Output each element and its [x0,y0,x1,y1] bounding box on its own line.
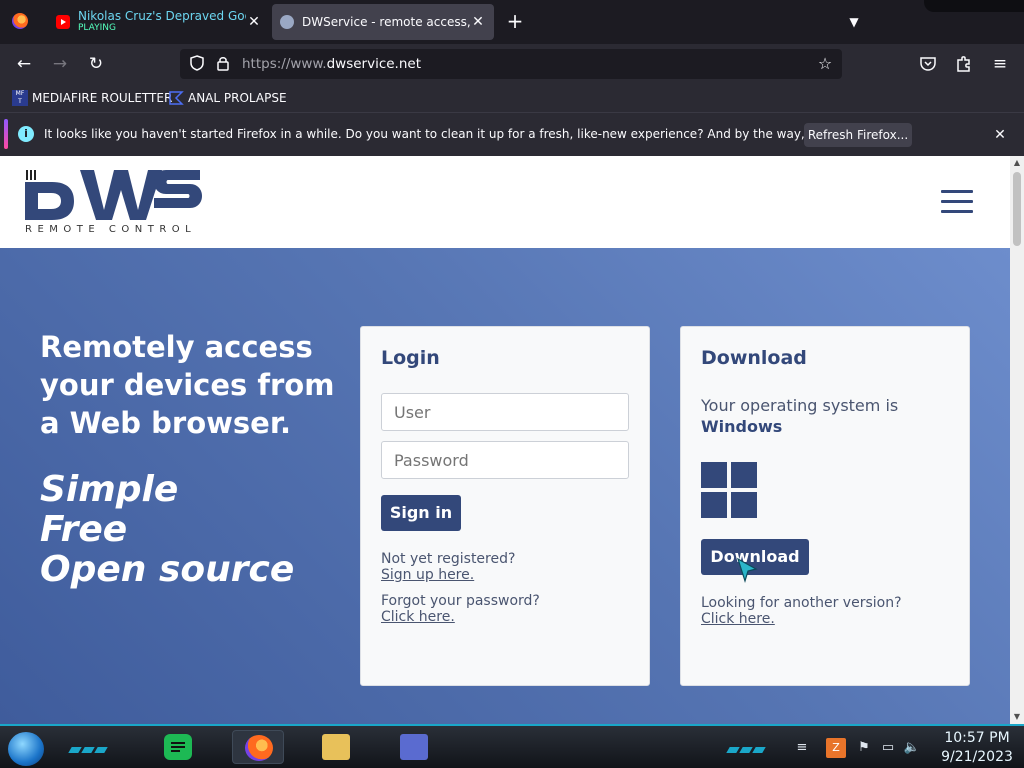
other-version-block: Looking for another version? Click here. [701,595,902,627]
system-clock[interactable]: 10:57 PM 9/21/2023 [934,729,1020,767]
os-name: Windows [701,417,783,436]
dws-logo-mark-icon [25,170,202,220]
login-card: Login Sign in Not yet registered? Sign u… [360,326,650,686]
clock-time: 10:57 PM [944,730,1010,746]
tab-youtube[interactable]: Nikolas Cruz's Depraved Googl PLAYING ✕ [48,4,270,40]
tab-dwservice[interactable]: DWService - remote access, ren ✕ [272,4,494,40]
bookmark-mediafire[interactable]: MF T MEDIAFIRE ROULETTER [12,90,172,106]
other-version-text: Looking for another version? [701,595,902,611]
new-tab-button[interactable]: + [504,10,526,32]
green-notes-icon [164,734,192,760]
page-scrollbar[interactable]: ▲ ▼ [1010,156,1024,724]
tray-app-icon[interactable]: Z [826,738,846,758]
window-controls [924,0,1024,12]
mouse-cursor-icon [736,557,758,584]
dwservice-gear-icon [280,15,294,29]
extensions-puzzle-icon[interactable] [952,52,976,76]
network-icon[interactable]: ▭ [878,738,898,758]
page-viewport: REMOTE CONTROL Remotely access your devi… [0,156,1024,724]
youtube-icon [56,15,70,29]
user-input[interactable] [381,393,629,431]
url-text[interactable]: https://www.dwservice.net [242,56,421,72]
bookmark-second[interactable]: ANAL PROLAPSE [168,90,287,106]
reload-icon[interactable]: ↻ [84,52,108,76]
dws-logo[interactable]: REMOTE CONTROL [24,168,204,238]
sign-in-button[interactable]: Sign in [381,495,461,531]
bookmark-label: MEDIAFIRE ROULETTER [32,91,173,105]
slogan-open-source: Open source [40,549,295,590]
tracking-shield-icon[interactable] [188,55,206,73]
notification-message: It looks like you haven't started Firefo… [44,127,900,141]
mft-icon: MF T [12,90,28,106]
taskbar-notes-app[interactable] [152,730,204,764]
signup-block: Not yet registered? Sign up here. [381,551,515,583]
tab-title: DWService - remote access, ren [302,15,470,29]
other-version-link[interactable]: Click here. [701,611,775,627]
forgot-password-text: Forgot your password? [381,593,540,609]
firefox-view-icon[interactable] [12,13,28,29]
scroll-up-icon[interactable]: ▲ [1010,156,1024,170]
refresh-firefox-button[interactable]: Refresh Firefox... [804,123,912,147]
lock-icon[interactable] [214,55,232,73]
taskbar-firefox[interactable] [232,730,284,764]
taskbar-decoration-icon [726,738,768,753]
download-card: Download Your operating system is Window… [680,326,970,686]
close-notification-icon[interactable]: ✕ [990,125,1010,145]
tab-strip: Nikolas Cruz's Depraved Googl PLAYING ✕ … [0,0,1024,44]
bookmark-label: ANAL PROLAPSE [188,91,287,105]
menu-hamburger-icon[interactable]: ≡ [988,52,1012,76]
tab-playing-label: PLAYING [78,23,116,33]
password-input[interactable] [381,441,629,479]
tab-list-chevron-icon[interactable]: ▼ [844,12,864,32]
os-detection-text: Your operating system is Windows [701,395,898,437]
scrollbar-thumb[interactable] [1013,172,1021,246]
windows-logo-icon [701,462,757,518]
taskbar-decoration-icon [68,738,110,753]
navigation-toolbar: ← → ↻ https://www.dwservice.net ☆ ≡ [0,44,1024,84]
site-menu-hamburger-icon[interactable] [941,190,973,214]
taskbar: ≡ Z ⚑ ▭ 🔈 10:57 PM 9/21/2023 [0,724,1024,768]
hero-headline: Remotely access your devices from a Web … [40,330,335,440]
back-arrow-icon[interactable]: ← [12,52,36,76]
bookmarks-toolbar: MF T MEDIAFIRE ROULETTER ANAL PROLAPSE [0,84,1024,112]
notification-accent [4,119,8,149]
action-center-flag-icon[interactable]: ⚑ [854,738,874,758]
pocket-icon[interactable] [916,52,940,76]
forgot-block: Forgot your password? Click here. [381,593,540,625]
bookmark-star-icon[interactable]: ☆ [816,55,834,73]
address-bar[interactable]: https://www.dwservice.net ☆ [180,49,842,79]
os-prefix: Your operating system is [701,396,899,415]
taskbar-control-panel[interactable] [388,730,440,764]
close-tab-icon[interactable]: ✕ [470,14,486,30]
forward-arrow-icon[interactable]: → [48,52,72,76]
hero-slogans: Simple Free Open source [40,470,340,590]
sigma-icon [168,90,184,106]
login-title: Login [381,347,440,369]
window-app-icon [400,734,428,760]
info-icon: i [18,126,34,142]
clock-date: 9/21/2023 [941,749,1013,765]
hero-text: Remotely access your devices from a Web … [40,328,340,590]
site-header: REMOTE CONTROL [0,156,1010,248]
slogan-free: Free [40,509,128,550]
logo-tagline: REMOTE CONTROL [25,224,197,235]
slogan-simple: Simple [40,469,179,510]
start-orb-icon[interactable] [8,732,44,766]
taskbar-file-explorer[interactable] [310,730,362,764]
volume-icon[interactable]: 🔈 [902,738,922,758]
folder-icon [322,734,350,760]
forgot-password-link[interactable]: Click here. [381,609,455,625]
scroll-down-icon[interactable]: ▼ [1010,710,1024,724]
not-registered-text: Not yet registered? [381,551,516,567]
firefox-icon [245,735,273,761]
hero-section: Remotely access your devices from a Web … [0,248,1010,724]
sign-up-link[interactable]: Sign up here. [381,567,474,583]
show-hidden-icons-icon[interactable]: ≡ [792,738,812,758]
refresh-firefox-notification: i It looks like you haven't started Fire… [0,112,1024,156]
download-title: Download [701,347,807,369]
close-tab-icon[interactable]: ✕ [246,14,262,30]
tab-title: Nikolas Cruz's Depraved Googl [78,10,246,23]
